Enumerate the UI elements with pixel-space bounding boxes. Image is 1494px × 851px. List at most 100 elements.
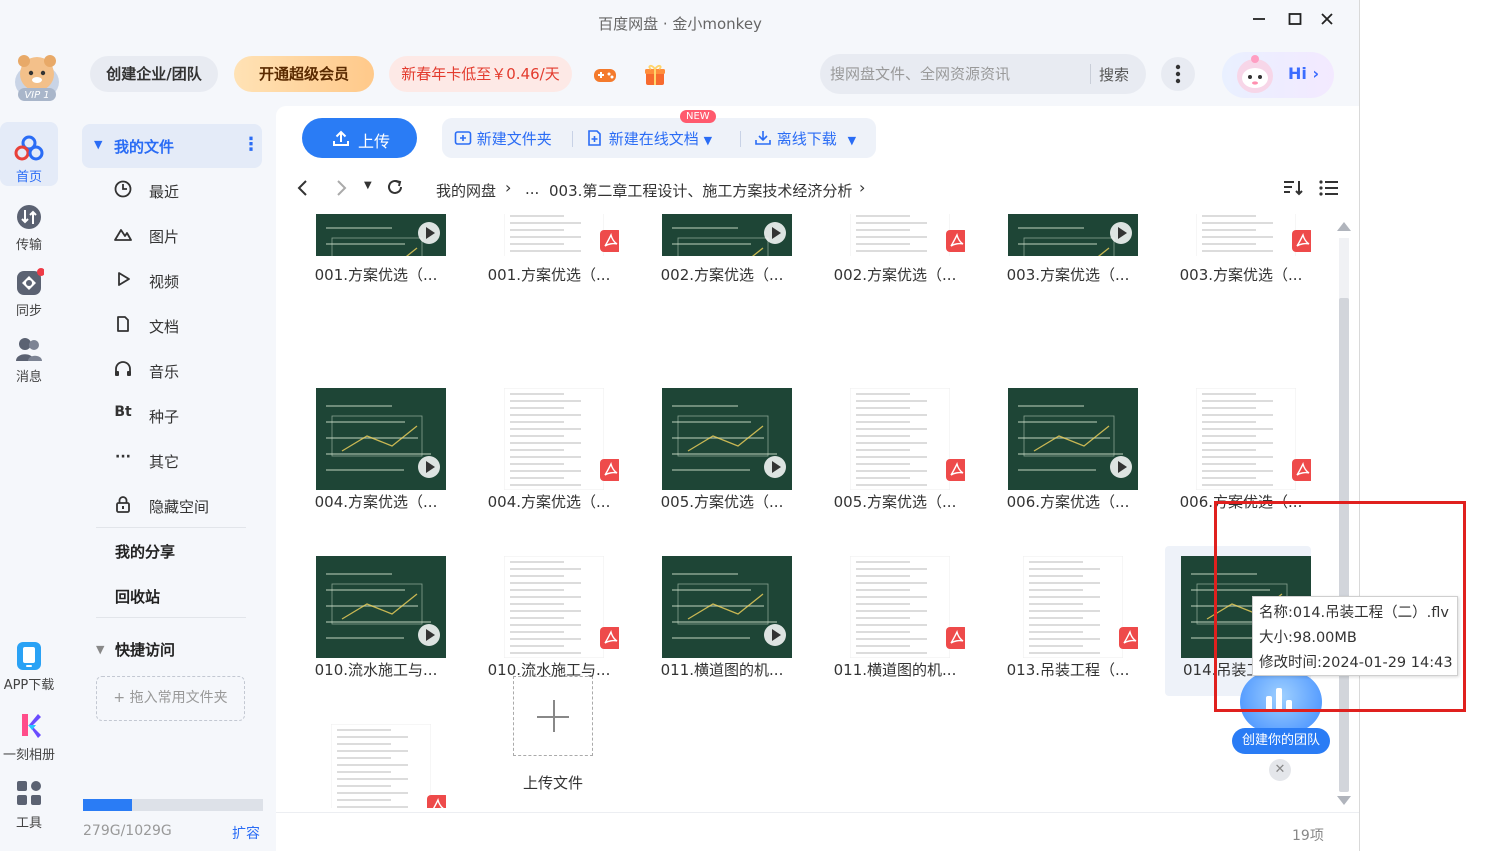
sidebar-item-hidden-space[interactable]: 隐藏空间 (112, 490, 272, 520)
breadcrumb-root[interactable]: 我的网盘 (436, 180, 496, 201)
sidebar-item-torrents[interactable]: Bt 种子 (112, 400, 272, 430)
more-menu-button[interactable] (1161, 57, 1195, 91)
play-icon (1110, 222, 1132, 244)
file-card[interactable]: 005.方案优选（... (646, 378, 792, 528)
sort-button[interactable] (1282, 178, 1306, 200)
play-icon (764, 624, 786, 646)
file-card[interactable]: 001.方案优选（... (300, 214, 446, 290)
file-card[interactable]: 011.横道图的机... (819, 546, 965, 696)
search-input[interactable] (830, 62, 1088, 86)
video-thumbnail (316, 556, 446, 658)
file-name: 011.横道图的机... (660, 661, 784, 679)
pdf-icon (946, 230, 965, 252)
caret-down-icon[interactable]: ▼ (96, 643, 104, 656)
file-card[interactable]: 011.横道图的机... (646, 546, 792, 696)
game-icon[interactable] (592, 62, 618, 88)
gift-icon[interactable] (642, 62, 668, 88)
nav-home[interactable]: 首页 (0, 122, 58, 186)
file-card[interactable]: 003.方案优选（... (992, 214, 1138, 290)
file-card[interactable]: 006.方案优选（... (992, 378, 1138, 528)
new-folder-label: 新建文件夹 (476, 130, 552, 148)
assistant-hi-button[interactable]: Hi › (1222, 52, 1334, 98)
upload-button[interactable]: 上传 (302, 118, 417, 158)
file-card[interactable]: 010.流水施工与... (473, 546, 619, 696)
refresh-button[interactable] (386, 178, 404, 201)
caret-down-icon: ▼ (703, 134, 713, 147)
file-card[interactable]: 014.吊装工程（... (300, 714, 446, 808)
sidebar-item-videos[interactable]: 视频 (112, 265, 272, 295)
file-card[interactable]: 001.方案优选（... (473, 214, 619, 290)
sidebar-item-other[interactable]: ··· 其它 (112, 445, 272, 475)
file-card[interactable]: 013.吊装工程（... (992, 546, 1138, 696)
nav-transfer[interactable]: 传输 (0, 190, 58, 254)
video-icon (112, 269, 134, 291)
file-name: 005.方案优选（... (660, 493, 784, 511)
offline-download-button[interactable]: 离线下载 ▼ (754, 128, 856, 149)
sidebar-my-share[interactable]: 我的分享 (115, 541, 175, 562)
more-options-icon[interactable]: ⋮ (242, 134, 260, 155)
file-name: 010.流水施工与... (314, 661, 438, 679)
upload-label: 上传 (358, 132, 391, 151)
toolbar-divider (740, 131, 741, 147)
sidebar-recycle-bin[interactable]: 回收站 (115, 586, 160, 607)
file-card[interactable]: 004.方案优选（... (473, 378, 619, 528)
nav-message[interactable]: 消息 (0, 322, 58, 386)
file-name: 001.方案优选（... (314, 266, 438, 284)
new-online-doc-button[interactable]: 新建在线文档 ▼ (586, 128, 712, 149)
nav-tools[interactable]: 工具 (0, 766, 58, 831)
history-dropdown[interactable]: ▼ (364, 180, 372, 191)
pdf-icon (1292, 230, 1311, 252)
sidebar-item-documents[interactable]: 文档 (112, 310, 272, 340)
nav-message-label: 消息 (15, 370, 42, 385)
file-card[interactable]: 010.流水施工与... (300, 546, 446, 696)
new-folder-button[interactable]: 新建文件夹 (454, 128, 552, 149)
list-view-button[interactable] (1318, 178, 1342, 200)
promo-button[interactable]: 新春年卡低至￥0.46/天 (389, 56, 572, 92)
message-icon (16, 338, 42, 361)
left-nav: 首页 传输 同步 消息 APP下载 一刻相册 工具 (0, 112, 60, 851)
sidebar-my-files[interactable]: ▼ 我的文件 ⋮ (82, 124, 262, 168)
sync-icon (17, 268, 44, 295)
avatar[interactable]: VIP 1 (10, 52, 64, 102)
scroll-up-icon[interactable] (1337, 222, 1351, 231)
file-card[interactable]: 005.方案优选（... (819, 378, 965, 528)
back-button[interactable] (296, 178, 310, 203)
nav-sync[interactable]: 同步 (0, 256, 58, 320)
close-button[interactable] (1314, 10, 1340, 34)
file-card[interactable]: 003.方案优选（... (1165, 214, 1311, 290)
headphones-icon (112, 359, 134, 381)
file-card[interactable]: 002.方案优选（... (646, 214, 792, 290)
video-thumbnail (1008, 388, 1138, 490)
sidebar-quick-access[interactable]: 快捷访问 (115, 639, 175, 660)
sidebar-item-music[interactable]: 音乐 (112, 355, 272, 385)
breadcrumb-ellipsis[interactable]: ... (525, 180, 539, 198)
pdf-icon (600, 459, 619, 481)
scroll-down-icon[interactable] (1337, 796, 1351, 805)
drop-favorite-folder-zone[interactable]: + 拖入常用文件夹 (96, 676, 245, 721)
pdf-icon (1292, 459, 1311, 481)
nav-app-download[interactable]: APP下载 (0, 628, 58, 693)
new-online-doc-label: 新建在线文档 (608, 130, 699, 148)
file-name: 001.方案优选（... (487, 266, 611, 284)
maximize-button[interactable] (1282, 10, 1308, 34)
search-divider (1090, 64, 1091, 84)
breadcrumb-current[interactable]: 003.第二章工程设计、施工方案技术经济分析 (549, 180, 852, 201)
minimize-button[interactable] (1246, 10, 1272, 34)
video-thumbnail (316, 214, 446, 256)
create-team-button[interactable]: 创建企业/团队 (90, 56, 218, 92)
expand-storage-link[interactable]: 扩容 (232, 823, 260, 843)
super-vip-button[interactable]: 开通超级会员 (234, 56, 374, 92)
search-button[interactable]: 搜索 (1099, 64, 1129, 85)
bubble-close-button[interactable]: ✕ (1269, 759, 1291, 781)
pdf-icon (427, 795, 446, 808)
sidebar-item-recent[interactable]: 最近 (112, 175, 272, 205)
sidebar-item-images[interactable]: 图片 (112, 220, 272, 250)
document-page-preview (504, 388, 604, 490)
file-card[interactable]: 002.方案优选（... (819, 214, 965, 290)
forward-button[interactable] (334, 178, 348, 203)
nav-album[interactable]: 一刻相册 (0, 698, 58, 763)
folder-plus-icon (454, 131, 472, 145)
sidebar: ▼ 我的文件 ⋮ 最近 图片 视频 文档 音乐 Bt 种子 ··· 其它 隐藏空… (72, 112, 276, 851)
file-card[interactable]: 004.方案优选（... (300, 378, 446, 528)
action-group: 新建文件夹 新建在线文档 ▼ NEW 离线下载 ▼ (442, 110, 876, 158)
